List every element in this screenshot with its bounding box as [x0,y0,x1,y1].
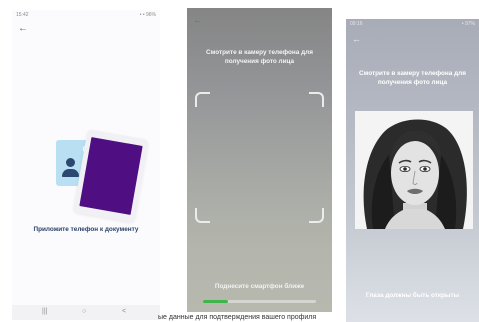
status-time: 15:42 [16,12,29,18]
nfc-document-illustration [56,129,151,230]
progress-bar [203,300,316,303]
card-portrait-body [62,169,79,177]
status-system-icons: • • 96% [139,12,156,18]
title-line-1: Смотрите в камеру телефона для [359,70,466,77]
smartphone-screen [79,137,143,215]
instruction-text: Приложите телефон к документу [33,226,139,233]
face-capture-result-screen: 09:16 • 97% ← Смотрите в камеру телефона… [346,19,479,322]
back-arrow-icon[interactable]: ← [352,35,361,44]
face-photo-frame [355,111,473,229]
screenshot-collage: 15:42 • • 96% ← Приложите телефон к доку… [0,0,479,322]
hint-text: Глаза должны быть открыты [365,292,460,299]
system-nav-bar: ||| ○ < [12,305,160,320]
document-scan-screen: 15:42 • • 96% ← Приложите телефон к доку… [12,10,160,320]
home-icon[interactable]: ○ [82,308,86,316]
status-time: 09:16 [350,21,363,27]
viewfinder-corner-top-left [195,92,210,107]
card-portrait-head [66,158,75,167]
back-arrow-icon[interactable]: ← [18,24,28,34]
recent-apps-icon[interactable]: ||| [42,308,47,316]
hint-text: Поднесите смартфон ближе [214,283,305,290]
status-bar: 15:42 • • 96% [12,10,160,20]
title-line-2: получения фото лица [377,79,448,86]
face-capture-title: Смотрите в камеру телефона для получения… [346,69,479,87]
title-line-1: Смотрите в камеру телефона для [206,49,313,56]
face-capture-screen: ← Смотрите в камеру телефона для получен… [187,8,332,312]
back-arrow-icon[interactable]: ← [193,16,202,25]
smartphone-icon [73,129,149,223]
progress-bar-fill [203,300,228,303]
face-portrait-illustration [355,111,473,229]
title-line-2: получения фото лица [224,58,295,65]
nav-back-icon[interactable]: < [122,308,126,316]
viewfinder-corner-top-right [309,92,324,107]
footnote-text: ые данные для подтверждения вашего профи… [158,314,317,321]
status-bar: 09:16 • 97% [346,19,479,29]
viewfinder-corner-bottom-left [195,208,210,223]
status-system-icons: • 97% [461,21,475,27]
face-capture-title: Смотрите в камеру телефона для получения… [187,48,332,66]
viewfinder-corner-bottom-right [309,208,324,223]
